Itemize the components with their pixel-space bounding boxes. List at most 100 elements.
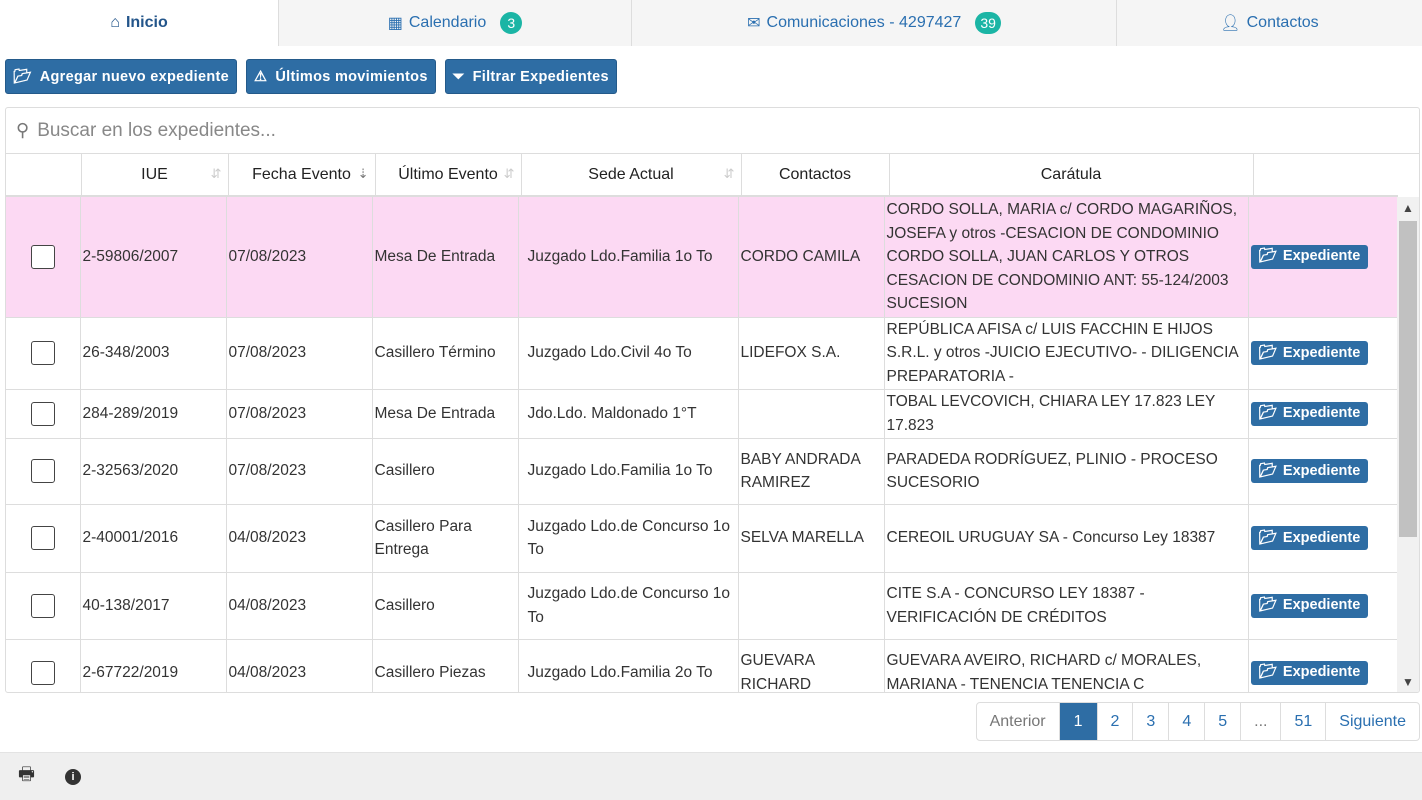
fecha-cell: 04/08/2023 xyxy=(226,504,373,573)
row-select-cell xyxy=(6,639,81,692)
column-header-sede[interactable]: Sede Actual ⇵ xyxy=(521,154,742,196)
latest-movements-button[interactable]: ⚠ Últimos movimientos xyxy=(246,59,436,94)
table-row[interactable]: 40-138/2017 04/08/2023 Casillero Juzgado… xyxy=(6,572,1399,640)
search-input[interactable] xyxy=(37,119,1338,142)
fecha-cell: 07/08/2023 xyxy=(226,438,373,505)
table-row[interactable]: 2-32563/2020 07/08/2023 Casillero Juzgad… xyxy=(6,438,1399,505)
pagination-next[interactable]: Siguiente xyxy=(1326,703,1419,740)
iue-cell: 2-59806/2007 xyxy=(80,197,227,318)
iue-cell: 2-32563/2020 xyxy=(80,438,227,505)
column-header-ultimo-evento[interactable]: Último Evento ⇵ xyxy=(375,154,522,196)
expediente-button[interactable]: 📂︎ Expediente xyxy=(1250,660,1369,685)
row-checkbox[interactable] xyxy=(30,526,55,550)
tab-calendario[interactable]: ▦ Calendario 3 xyxy=(279,0,632,46)
iue-cell: 284-289/2019 xyxy=(80,389,227,439)
sort-icon: ⇵ xyxy=(503,166,515,181)
column-header-fecha[interactable]: Fecha Evento ⇣ xyxy=(228,154,376,196)
calendar-icon: ▦ xyxy=(387,15,403,32)
iue-cell: 2-67722/2019 xyxy=(80,639,227,692)
action-cell: 📂︎ Expediente xyxy=(1248,504,1399,573)
user-icon: 👤︎ xyxy=(1220,15,1241,32)
sort-icon: ⇵ xyxy=(210,166,222,181)
folder-open-icon: 📂︎ xyxy=(1258,248,1277,265)
envelope-icon: ✉ xyxy=(747,15,761,32)
table-body[interactable]: 2-59806/2007 07/08/2023 Mesa De Entrada … xyxy=(6,197,1419,692)
footer-bar: 🖶︎ i xyxy=(0,752,1422,800)
toolbar: 📂︎ Agregar nuevo expediente ⚠ Últimos movi… xyxy=(5,59,617,94)
action-cell: 📂︎ Expediente xyxy=(1248,639,1399,692)
row-checkbox[interactable] xyxy=(30,341,55,365)
row-checkbox[interactable] xyxy=(30,593,55,618)
fecha-cell: 04/08/2023 xyxy=(226,572,373,640)
row-checkbox[interactable] xyxy=(30,244,55,269)
sede-cell: Juzgado Ldo.de Concurso 1o To xyxy=(518,572,739,640)
column-header-iue[interactable]: IUE ⇵ xyxy=(81,154,229,196)
scroll-down-icon[interactable]: ▼ xyxy=(1402,675,1414,689)
tab-comunicaciones[interactable]: ✉ Comunicaciones - 4297427 39 xyxy=(632,0,1117,46)
search-icon: ⚲ xyxy=(16,120,30,140)
action-cell: 📂︎ Expediente xyxy=(1248,438,1399,505)
sede-cell: Juzgado Ldo.de Concurso 1o To xyxy=(518,504,739,573)
page-51[interactable]: 51 xyxy=(1281,703,1327,740)
sede-cell: Jdo.Ldo. Maldonado 1°T xyxy=(518,389,739,439)
print-icon[interactable]: 🖶︎ xyxy=(18,762,35,792)
expediente-button[interactable]: 📂︎ Expediente xyxy=(1250,341,1369,366)
sede-cell: Juzgado Ldo.Familia 2o To xyxy=(518,639,739,692)
iue-cell: 2-40001/2016 xyxy=(80,504,227,573)
table-row[interactable]: 2-67722/2019 04/08/2023 Casillero Piezas… xyxy=(6,639,1399,692)
sede-cell: Juzgado Ldo.Civil 4o To xyxy=(518,317,739,390)
evento-cell: Casillero Para Entrega xyxy=(372,504,519,573)
comunicaciones-badge: 39 xyxy=(975,12,1001,34)
tab-contactos[interactable]: 👤︎ Contactos xyxy=(1117,0,1422,46)
row-select-cell xyxy=(6,317,81,390)
table-row[interactable]: 26-348/2003 07/08/2023 Casillero Término… xyxy=(6,317,1399,390)
contacto-cell: LIDEFOX S.A. xyxy=(738,317,885,390)
tab-inicio[interactable]: ⌂ Inicio xyxy=(0,0,279,46)
scroll-up-icon[interactable]: ▲ xyxy=(1402,201,1414,215)
page-1[interactable]: 1 xyxy=(1059,703,1098,740)
folder-open-icon: 📂︎ xyxy=(1258,462,1277,479)
evento-cell: Casillero Piezas xyxy=(372,639,519,692)
caratula-cell: PARADEDA RODRÍGUEZ, PLINIO - PROCESO SUC… xyxy=(884,438,1249,505)
page-4[interactable]: 4 xyxy=(1169,703,1206,740)
iue-cell: 26-348/2003 xyxy=(80,317,227,390)
expediente-button[interactable]: 📂︎ Expediente xyxy=(1250,245,1369,270)
row-select-cell xyxy=(6,438,81,505)
fecha-cell: 07/08/2023 xyxy=(226,389,373,439)
table-row[interactable]: 2-59806/2007 07/08/2023 Mesa De Entrada … xyxy=(6,197,1399,318)
contacto-cell xyxy=(738,389,885,439)
expediente-button[interactable]: 📂︎ Expediente xyxy=(1250,593,1369,618)
evento-cell: Mesa De Entrada xyxy=(372,197,519,318)
row-checkbox[interactable] xyxy=(30,660,55,685)
filter-expedientes-button[interactable]: ⏷ Filtrar Expedientes xyxy=(444,59,617,94)
caratula-cell: TOBAL LEVCOVICH, CHIARA LEY 17.823 LEY 1… xyxy=(884,389,1249,439)
sede-cell: Juzgado Ldo.Familia 1o To xyxy=(518,197,739,318)
evento-cell: Casillero Término xyxy=(372,317,519,390)
row-checkbox[interactable] xyxy=(30,459,55,483)
contacto-cell: SELVA MARELLA xyxy=(738,504,885,573)
table-row[interactable]: 284-289/2019 07/08/2023 Mesa De Entrada … xyxy=(6,389,1399,439)
row-checkbox[interactable] xyxy=(30,401,55,426)
table-row[interactable]: 2-40001/2016 04/08/2023 Casillero Para E… xyxy=(6,504,1399,573)
row-select-cell xyxy=(6,197,81,318)
scrollbar-thumb[interactable] xyxy=(1399,221,1417,537)
expediente-button[interactable]: 📂︎ Expediente xyxy=(1250,401,1369,426)
action-cell: 📂︎ Expediente xyxy=(1248,197,1399,318)
caratula-cell: REPÚBLICA AFISA c/ LUIS FACCHIN E HIJOS … xyxy=(884,317,1249,390)
fecha-cell: 04/08/2023 xyxy=(226,639,373,692)
column-header-caratula: Carátula xyxy=(889,154,1254,196)
expediente-button[interactable]: 📂︎ Expediente xyxy=(1250,526,1369,551)
caratula-cell: GUEVARA AVEIRO, RICHARD c/ MORALES, MARI… xyxy=(884,639,1249,692)
page-5[interactable]: 5 xyxy=(1205,703,1242,740)
info-icon[interactable]: i xyxy=(65,768,81,785)
add-expediente-button[interactable]: 📂︎ Agregar nuevo expediente xyxy=(5,59,238,94)
evento-cell: Casillero xyxy=(372,438,519,505)
vertical-scrollbar[interactable]: ▲ ▼ xyxy=(1397,197,1419,692)
expedientes-panel: ⚲ IUE⇵ Fecha Evento⇣ Último Evento⇵ Sede… xyxy=(5,107,1420,693)
page-3[interactable]: 3 xyxy=(1133,703,1170,740)
expediente-button[interactable]: 📂︎ Expediente xyxy=(1250,459,1369,484)
page-2[interactable]: 2 xyxy=(1098,703,1134,740)
pagination-prev[interactable]: Anterior xyxy=(977,703,1060,740)
sede-cell: Juzgado Ldo.Familia 1o To xyxy=(518,438,739,505)
folder-open-icon: 📂︎ xyxy=(1258,597,1277,614)
